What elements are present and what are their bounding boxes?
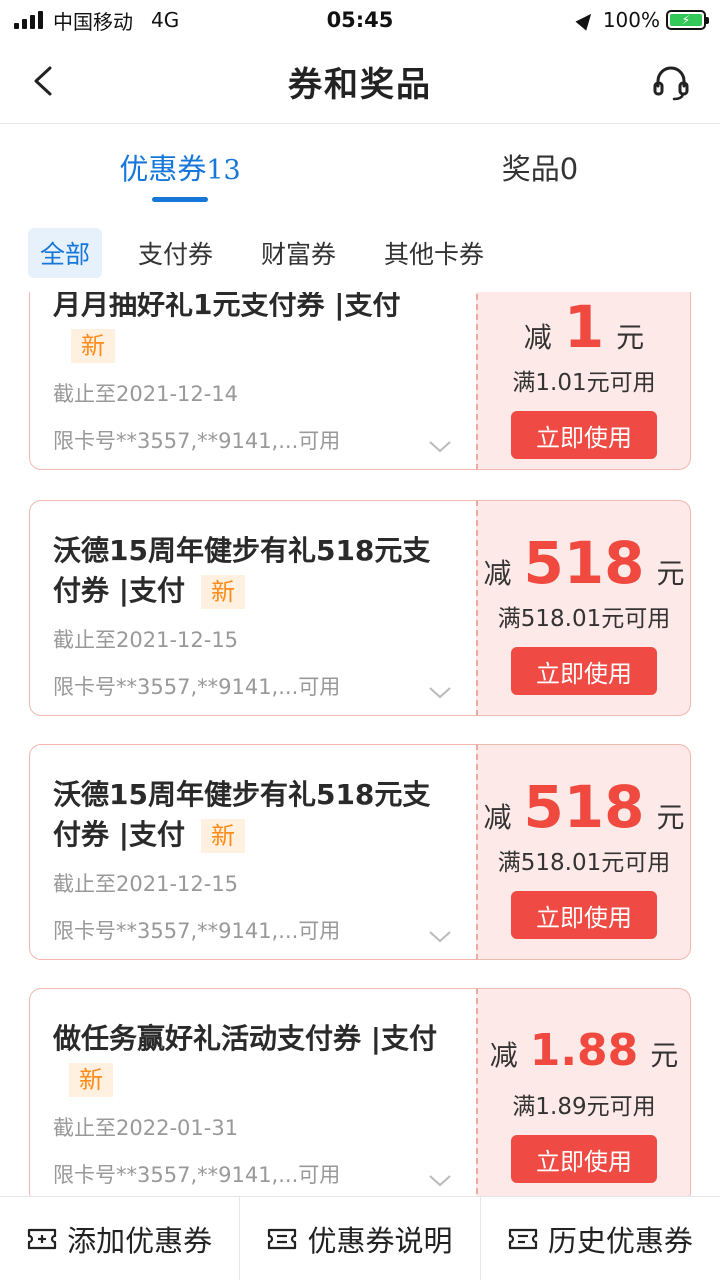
filter-all[interactable]: 全部 <box>28 228 103 278</box>
min-spend: 满518.01元可用 <box>497 606 671 632</box>
coupon-amount-panel: 减 1 元 满1.01元可用 立即使用 <box>476 292 691 470</box>
add-ticket-icon <box>28 1228 57 1249</box>
tab-coupons[interactable]: 优惠券13 <box>0 124 360 210</box>
coupon-info-button[interactable]: 优惠券说明 <box>240 1197 481 1280</box>
reduce-label: 减 <box>523 321 552 354</box>
coupon-amount-panel: 减 518 元 满518.01元可用 立即使用 <box>476 500 691 716</box>
tab-coupons-label: 优惠券 <box>119 152 207 186</box>
coupon-amount-panel: 减 1.88 元 满1.89元可用 立即使用 <box>476 988 691 1196</box>
coupon-info: 月月抽好礼1元支付券 |支付新 截止至2021-12-14 限卡号**3557,… <box>29 292 476 470</box>
carrier-name: 中国移动 <box>53 9 133 34</box>
coupon-info: 沃德15周年健步有礼518元支付券 |支付新 截止至2021-12-15 限卡号… <box>29 500 476 716</box>
use-now-button[interactable]: 立即使用 <box>511 411 657 459</box>
coupon-amount: 518 <box>523 529 645 597</box>
history-coupon-label: 历史优惠券 <box>547 1223 693 1258</box>
bottom-action-bar: 添加优惠券 优惠券说明 历史优惠券 <box>0 1196 720 1280</box>
coupon-card-limit: 限卡号**3557,**9141,...可用 <box>53 429 341 453</box>
page-title: 券和奖品 <box>288 65 432 105</box>
coupon-list[interactable]: 月月抽好礼1元支付券 |支付新 截止至2021-12-14 限卡号**3557,… <box>0 292 720 1196</box>
chevron-down-icon[interactable] <box>428 925 452 949</box>
history-coupon-button[interactable]: 历史优惠券 <box>481 1197 720 1280</box>
customer-service-icon[interactable] <box>652 64 690 102</box>
coupon-card[interactable]: 沃德15周年健步有礼518元支付券 |支付新 截止至2021-12-15 限卡号… <box>29 500 691 716</box>
currency-unit: 元 <box>656 801 685 834</box>
coupon-amount: 1.88 <box>529 1025 639 1076</box>
tab-coupons-count: 13 <box>206 155 241 186</box>
filter-payment[interactable]: 支付券 <box>126 228 225 278</box>
coupon-card[interactable]: 做任务赢好礼活动支付券 |支付新 截止至2022-01-31 限卡号**3557… <box>29 988 691 1196</box>
reduce-label: 减 <box>483 801 512 834</box>
new-badge: 新 <box>71 329 115 363</box>
currency-unit: 元 <box>616 321 645 354</box>
coupon-info: 做任务赢好礼活动支付券 |支付新 截止至2022-01-31 限卡号**3557… <box>29 988 476 1196</box>
tab-prizes[interactable]: 奖品0 <box>360 124 720 210</box>
filter-bar: 全部 支付券 财富券 其他卡券 <box>28 228 496 278</box>
tab-prizes-label: 奖品 <box>501 152 560 186</box>
network-type: 4G <box>151 8 180 32</box>
coupon-amount: 518 <box>523 773 645 841</box>
currency-unit: 元 <box>656 557 685 590</box>
coupon-card-limit: 限卡号**3557,**9141,...可用 <box>53 1163 341 1187</box>
coupon-expiry: 截止至2022-01-31 <box>53 1116 239 1140</box>
chevron-down-icon[interactable] <box>428 435 452 459</box>
currency-unit: 元 <box>650 1039 679 1072</box>
new-badge: 新 <box>69 1063 113 1097</box>
min-spend: 满518.01元可用 <box>497 850 671 876</box>
back-arrow-icon[interactable] <box>30 66 60 96</box>
use-now-button[interactable]: 立即使用 <box>511 647 657 695</box>
coupon-card-limit: 限卡号**3557,**9141,...可用 <box>53 919 341 943</box>
use-now-button[interactable]: 立即使用 <box>511 891 657 939</box>
filter-wealth[interactable]: 财富券 <box>249 228 348 278</box>
reduce-label: 减 <box>489 1039 518 1072</box>
coupon-info-label: 优惠券说明 <box>307 1223 453 1258</box>
location-icon <box>575 9 597 31</box>
ticket-info-icon <box>268 1228 297 1249</box>
coupon-expiry: 截止至2021-12-15 <box>53 872 239 896</box>
battery-percent: 100% <box>602 8 660 32</box>
ticket-history-icon <box>508 1228 537 1249</box>
chevron-down-icon[interactable] <box>428 1169 452 1193</box>
status-bar: 中国移动 4G 05:45 100% ⚡ <box>0 0 720 40</box>
coupon-card[interactable]: 沃德15周年健步有礼518元支付券 |支付新 截止至2021-12-15 限卡号… <box>29 744 691 960</box>
tab-prizes-count: 0 <box>559 152 579 186</box>
coupon-info: 沃德15周年健步有礼518元支付券 |支付新 截止至2021-12-15 限卡号… <box>29 744 476 960</box>
new-badge: 新 <box>200 575 245 609</box>
min-spend: 满1.89元可用 <box>512 1094 656 1120</box>
nav-bar: 券和奖品 <box>0 40 720 124</box>
coupon-card[interactable]: 月月抽好礼1元支付券 |支付新 截止至2021-12-14 限卡号**3557,… <box>29 292 691 470</box>
coupon-amount-panel: 减 518 元 满518.01元可用 立即使用 <box>476 744 691 960</box>
tab-bar: 优惠券13 奖品0 <box>0 124 720 210</box>
chevron-down-icon[interactable] <box>428 681 452 705</box>
filter-other-cards[interactable]: 其他卡券 <box>372 228 496 278</box>
coupon-title: 月月抽好礼1元支付券 |支付新 <box>53 292 453 365</box>
use-now-button[interactable]: 立即使用 <box>511 1135 657 1183</box>
battery-icon: ⚡ <box>666 10 709 30</box>
coupon-amount: 1 <box>563 293 605 361</box>
new-badge: 新 <box>200 819 245 853</box>
add-coupon-label: 添加优惠券 <box>67 1223 213 1258</box>
min-spend: 满1.01元可用 <box>512 370 656 396</box>
signal-icon <box>14 11 43 29</box>
coupon-title: 做任务赢好礼活动支付券 |支付新 <box>53 1019 453 1099</box>
coupon-expiry: 截止至2021-12-15 <box>53 628 239 652</box>
coupon-title: 沃德15周年健步有礼518元支付券 |支付新 <box>53 778 431 853</box>
add-coupon-button[interactable]: 添加优惠券 <box>0 1197 241 1280</box>
coupon-expiry: 截止至2021-12-14 <box>53 382 239 406</box>
reduce-label: 减 <box>483 557 512 590</box>
coupon-card-limit: 限卡号**3557,**9141,...可用 <box>53 675 341 699</box>
coupon-title: 沃德15周年健步有礼518元支付券 |支付新 <box>53 534 431 609</box>
